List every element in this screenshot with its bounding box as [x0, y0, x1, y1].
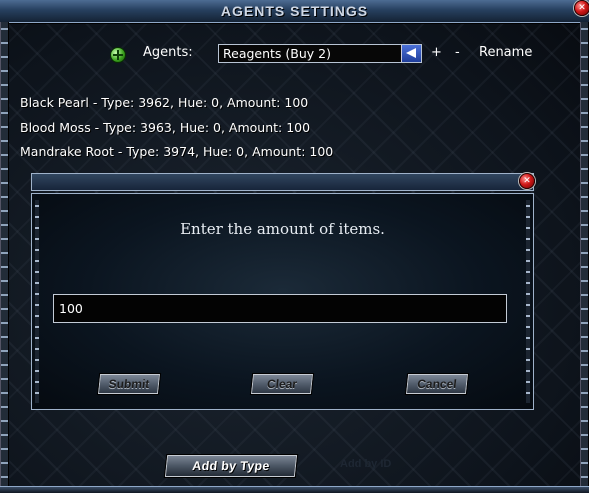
amount-dialog-titlebar[interactable] [31, 173, 534, 191]
list-item[interactable]: Black Pearl - Type: 3962, Hue: 0, Amount… [20, 95, 333, 120]
list-item[interactable]: Blood Moss - Type: 3963, Hue: 0, Amount:… [20, 120, 333, 145]
cancel-button[interactable]: Cancel [404, 373, 470, 395]
dropdown-arrow-icon[interactable] [401, 45, 421, 62]
agents-settings-window: AGENTS SETTINGS ✕ Agents: Reagents (Buy … [0, 0, 589, 493]
agent-item-list: Black Pearl - Type: 3962, Hue: 0, Amount… [20, 95, 333, 169]
dialog-close-button[interactable]: ✕ [519, 173, 535, 189]
list-item[interactable]: Mandrake Root - Type: 3974, Hue: 0, Amou… [20, 144, 333, 169]
amount-input[interactable] [53, 294, 507, 323]
rename-agent-button[interactable]: Rename [479, 45, 532, 60]
agent-select-value: Reagents (Buy 2) [223, 46, 331, 61]
right-frame-rail [580, 22, 589, 493]
left-frame-rail [0, 22, 9, 493]
add-agent-button[interactable]: + [431, 45, 442, 60]
agent-select-dropdown[interactable]: Reagents (Buy 2) [218, 44, 422, 63]
clear-button[interactable]: Clear [249, 373, 315, 395]
window-titlebar[interactable]: AGENTS SETTINGS [0, 0, 589, 23]
window-title: AGENTS SETTINGS [220, 3, 369, 19]
remove-agent-button[interactable]: - [455, 45, 460, 60]
add-agent-icon[interactable] [110, 47, 126, 63]
add-by-id-button[interactable]: Add by ID [340, 458, 391, 470]
submit-button[interactable]: Submit [96, 373, 162, 395]
dialog-prompt: Enter the amount of items. [180, 220, 385, 238]
agents-label: Agents: [143, 45, 193, 60]
window-bottom-border [0, 486, 589, 493]
amount-dialog: Enter the amount of items. Submit Clear … [31, 193, 534, 410]
window-close-button[interactable]: ✕ [574, 0, 589, 16]
add-by-type-button[interactable]: Add by Type [163, 454, 299, 478]
